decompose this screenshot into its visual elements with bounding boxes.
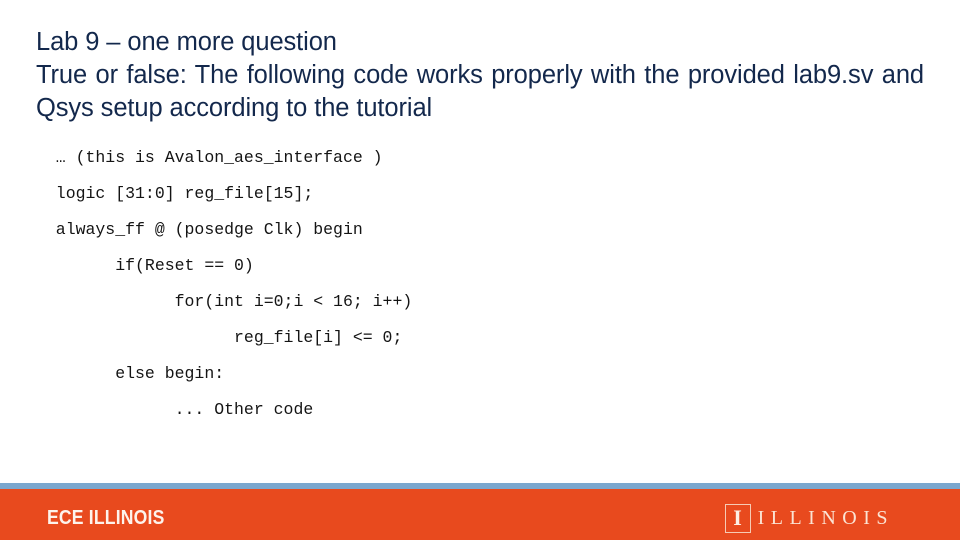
ece-illinois-logo: ECE ILLINOIS	[47, 507, 165, 529]
illinois-wordmark-text: ILLINOIS	[757, 506, 894, 529]
slide-footer: ECE ILLINOIS I ILLINOIS	[0, 483, 960, 540]
slide-canvas: Lab 9 – one more question True or false:…	[0, 0, 960, 540]
block-i-icon: I	[724, 503, 751, 533]
question-text: True or false: The following code works …	[36, 61, 924, 122]
code-line: if(Reset == 0)	[36, 256, 254, 275]
code-line: always_ff @ (posedge Clk) begin	[36, 220, 363, 239]
code-line: reg_file[i] <= 0;	[36, 328, 403, 347]
code-line: for(int i=0;i < 16; i++)	[36, 292, 413, 311]
page-title: Lab 9 – one more question	[36, 28, 337, 56]
code-block: … (this is Avalon_aes_interface ) logic …	[36, 140, 924, 428]
code-line: else begin:	[36, 364, 225, 383]
code-line: ... Other code	[36, 400, 314, 419]
code-line: logic [31:0] reg_file[15];	[36, 184, 314, 203]
illinois-wordmark-lockup: I ILLINOIS	[724, 503, 894, 533]
footer-orange-bar: ECE ILLINOIS I ILLINOIS	[0, 489, 960, 540]
title-block: Lab 9 – one more question True or false:…	[36, 26, 924, 125]
block-i-glyph: I	[733, 505, 742, 530]
code-line: … (this is Avalon_aes_interface )	[36, 148, 383, 167]
